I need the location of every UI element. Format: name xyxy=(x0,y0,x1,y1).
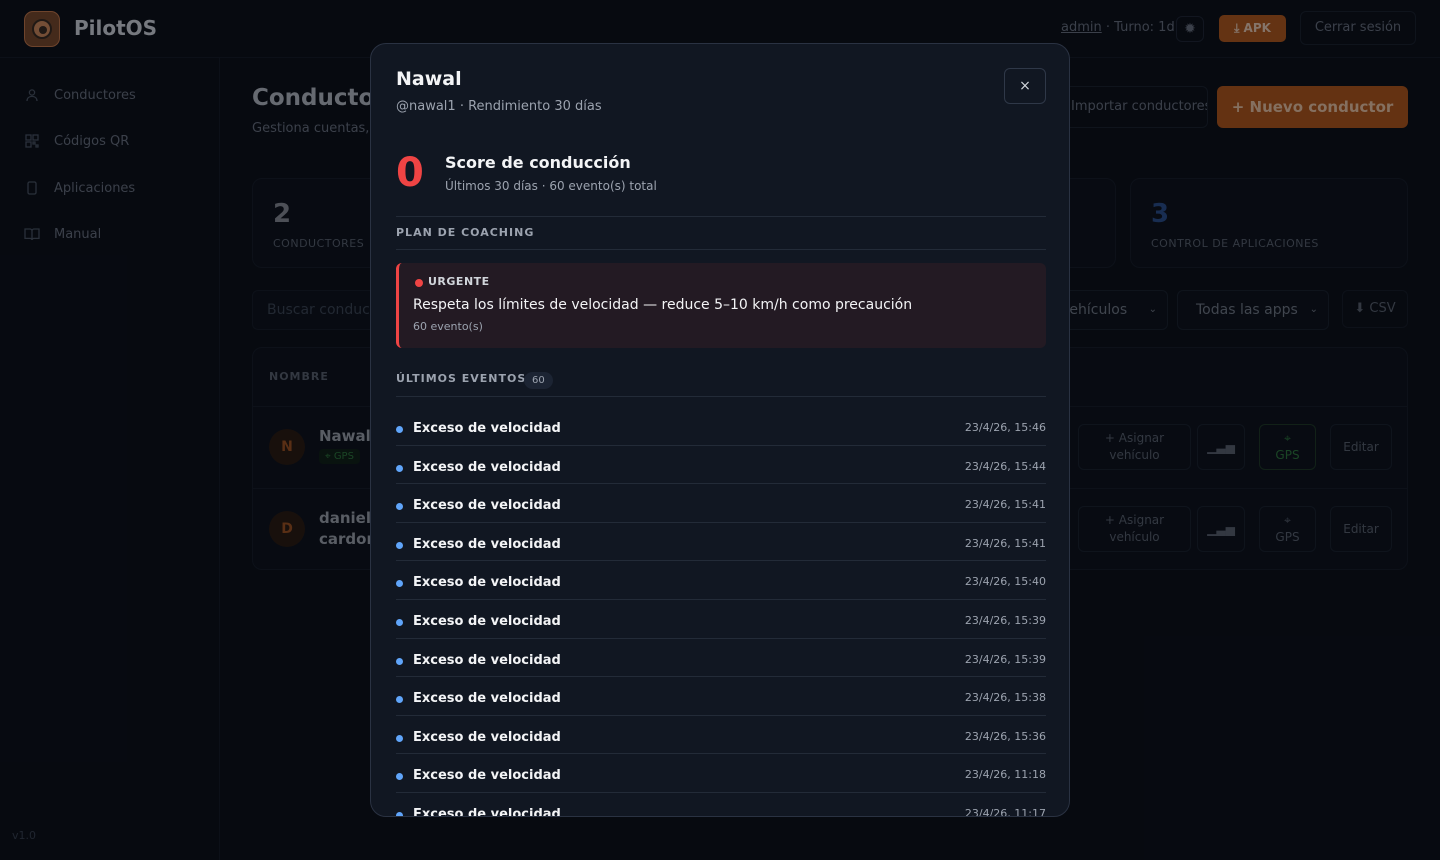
event-time: 23/4/26, 15:41 xyxy=(964,498,1046,512)
coaching-section-label: PLAN DE COACHING xyxy=(396,226,535,239)
event-title: Exceso de velocidad xyxy=(413,575,561,591)
divider xyxy=(396,396,1046,397)
coaching-text: Respeta los límites de velocidad — reduc… xyxy=(413,297,913,313)
event-dot-icon xyxy=(396,657,403,665)
event-time: 23/4/26, 15:39 xyxy=(964,613,1046,627)
coaching-card: URGENTE Respeta los límites de velocidad… xyxy=(396,263,1046,348)
event-title: Exceso de velocidad xyxy=(413,691,561,707)
divider xyxy=(396,216,1046,217)
event-dot-icon xyxy=(396,580,403,588)
event-time: 23/4/26, 11:18 xyxy=(964,768,1046,782)
list-item: Exceso de velocidad 23/4/26, 15:46 xyxy=(396,407,1046,446)
urgent-dot-icon xyxy=(415,279,423,287)
driving-score-subtitle: Últimos 30 días · 60 evento(s) total xyxy=(445,179,657,193)
list-item: Exceso de velocidad 23/4/26, 15:44 xyxy=(396,446,1046,485)
event-dot-icon xyxy=(396,696,403,704)
events-section-label: ÚLTIMOS EVENTOS xyxy=(396,372,527,385)
event-dot-icon xyxy=(396,541,403,549)
list-item: Exceso de velocidad 23/4/26, 15:39 xyxy=(396,600,1046,639)
events-list: Exceso de velocidad 23/4/26, 15:46 Exceso… xyxy=(396,407,1046,817)
event-title: Exceso de velocidad xyxy=(413,459,561,475)
event-dot-icon xyxy=(396,503,403,511)
event-time: 23/4/26, 15:44 xyxy=(964,459,1046,473)
event-time: 23/4/26, 15:40 xyxy=(964,575,1046,589)
event-dot-icon xyxy=(396,426,403,433)
event-time: 23/4/26, 15:39 xyxy=(964,652,1046,666)
event-title: Exceso de velocidad xyxy=(413,498,561,514)
driving-score-title: Score de conducción xyxy=(445,153,631,172)
priority-label: URGENTE xyxy=(428,275,490,288)
event-dot-icon xyxy=(396,618,403,626)
list-item: Exceso de velocidad 23/4/26, 15:40 xyxy=(396,561,1046,600)
list-item: Exceso de velocidad 23/4/26, 11:17 xyxy=(396,793,1046,817)
event-time: 23/4/26, 11:17 xyxy=(964,806,1046,817)
events-count-badge: 60 xyxy=(524,372,553,389)
list-item: Exceso de velocidad 23/4/26, 11:18 xyxy=(396,754,1046,793)
driver-performance-modal: Nawal @nawal1 · Rendimiento 30 días × 0 … xyxy=(370,43,1070,817)
driving-score-value: 0 xyxy=(396,150,424,196)
event-time: 23/4/26, 15:38 xyxy=(964,691,1046,705)
event-title: Exceso de velocidad xyxy=(413,768,561,784)
event-time: 23/4/26, 15:36 xyxy=(964,729,1046,743)
modal-title: Nawal xyxy=(396,68,462,90)
event-time: 23/4/26, 15:46 xyxy=(964,421,1046,434)
divider xyxy=(396,249,1046,250)
event-time: 23/4/26, 15:41 xyxy=(964,536,1046,550)
event-title: Exceso de velocidad xyxy=(413,806,561,817)
event-dot-icon xyxy=(396,811,403,816)
event-dot-icon xyxy=(396,464,403,472)
list-item: Exceso de velocidad 23/4/26, 15:41 xyxy=(396,484,1046,523)
list-item: Exceso de velocidad 23/4/26, 15:39 xyxy=(396,639,1046,678)
modal-subtitle: @nawal1 · Rendimiento 30 días xyxy=(396,99,602,114)
list-item: Exceso de velocidad 23/4/26, 15:38 xyxy=(396,677,1046,716)
list-item: Exceso de velocidad 23/4/26, 15:41 xyxy=(396,523,1046,562)
close-button[interactable]: × xyxy=(1004,68,1046,104)
event-title: Exceso de velocidad xyxy=(413,536,561,552)
event-title: Exceso de velocidad xyxy=(413,652,561,668)
event-title: Exceso de velocidad xyxy=(413,421,561,436)
event-dot-icon xyxy=(396,734,403,742)
event-dot-icon xyxy=(396,773,403,781)
event-title: Exceso de velocidad xyxy=(413,729,561,745)
list-item: Exceso de velocidad 23/4/26, 15:36 xyxy=(396,716,1046,755)
coaching-event-count: 60 evento(s) xyxy=(413,320,483,333)
event-title: Exceso de velocidad xyxy=(413,613,561,629)
